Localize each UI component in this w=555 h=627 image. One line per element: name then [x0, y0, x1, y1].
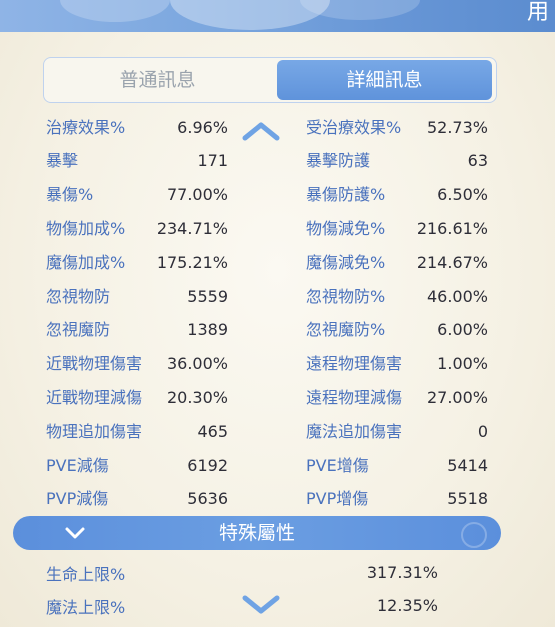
- section-title: 特殊屬性: [218, 522, 295, 544]
- stat-label: 遠程物理傷害: [306, 354, 403, 373]
- stat-value: 1389: [187, 320, 228, 339]
- stat-label: 忽視魔防: [46, 320, 111, 339]
- stat-value: 6.96%: [177, 118, 228, 137]
- stat-label: PVP增傷: [306, 489, 369, 508]
- top-banner: 用: [0, 0, 555, 32]
- stat-label: PVE減傷: [46, 456, 109, 475]
- stat-label: 遠程物理減傷: [306, 388, 403, 407]
- stat-value: 52.73%: [426, 118, 488, 137]
- stat-value: 1.00%: [437, 354, 488, 373]
- stat-value: 12.35%: [376, 596, 438, 615]
- stat-label: 物理追加傷害: [46, 422, 143, 441]
- stat-value: 27.00%: [426, 388, 488, 407]
- stat-value: 5559: [187, 287, 228, 306]
- banner-cloud: [60, 0, 170, 22]
- stat-label: PVE增傷: [306, 456, 369, 475]
- stat-label: 魔法追加傷害: [306, 422, 403, 441]
- stat-value: 317.31%: [366, 563, 438, 582]
- stat-label: 忽視魔防%: [306, 320, 386, 339]
- chevron-down-icon[interactable]: [241, 592, 281, 616]
- stat-value: 46.00%: [426, 287, 488, 306]
- tab-detailed-info[interactable]: 詳細訊息: [277, 60, 492, 100]
- banner-text: 用: [526, 0, 549, 25]
- stat-label: 受治療效果%: [306, 118, 402, 137]
- stat-label: 暴傷%: [46, 185, 94, 204]
- stat-value: 6.00%: [437, 320, 488, 339]
- stat-value: 6192: [187, 456, 228, 475]
- stat-label: 忽視物防: [46, 287, 111, 306]
- stat-label: 暴傷防護%: [306, 185, 386, 204]
- stat-value: 5414: [447, 456, 488, 475]
- stat-value: 175.21%: [156, 253, 228, 272]
- stat-value: 465: [197, 422, 228, 441]
- stat-value: 5518: [447, 489, 488, 508]
- stat-label: 魔法上限%: [46, 598, 126, 617]
- stat-value: 36.00%: [166, 354, 228, 373]
- special-attributes-header[interactable]: 特殊屬性: [13, 516, 501, 550]
- stat-value: 6.50%: [437, 185, 488, 204]
- stat-label: 近戰物理減傷: [46, 388, 143, 407]
- stat-label: 治療效果%: [46, 118, 126, 137]
- stat-value: 214.67%: [416, 253, 488, 272]
- stat-value: 63: [467, 151, 488, 170]
- tab-normal-info[interactable]: 普通訊息: [48, 60, 267, 100]
- stat-value: 171: [197, 151, 228, 170]
- stat-label: 物傷減免%: [306, 219, 386, 238]
- info-tabs: 普通訊息 詳細訊息: [43, 57, 497, 103]
- stat-label: 忽視物防%: [306, 287, 386, 306]
- stat-value: 0: [477, 422, 488, 441]
- stat-label: 魔傷加成%: [46, 253, 126, 272]
- stat-label: PVP減傷: [46, 489, 109, 508]
- stat-value: 234.71%: [156, 219, 228, 238]
- banner-cloud: [300, 0, 420, 20]
- stat-value: 5636: [187, 489, 228, 508]
- stat-label: 近戰物理傷害: [46, 354, 143, 373]
- stat-value: 20.30%: [166, 388, 228, 407]
- stat-label: 物傷加成%: [46, 219, 126, 238]
- stat-value: 216.61%: [416, 219, 488, 238]
- stat-label: 生命上限%: [46, 565, 126, 584]
- stat-label: 暴擊: [46, 151, 79, 170]
- chevron-up-icon[interactable]: [241, 119, 281, 143]
- stat-label: 魔傷減免%: [306, 253, 386, 272]
- stat-label: 暴擊防護: [306, 151, 371, 170]
- stat-value: 77.00%: [166, 185, 228, 204]
